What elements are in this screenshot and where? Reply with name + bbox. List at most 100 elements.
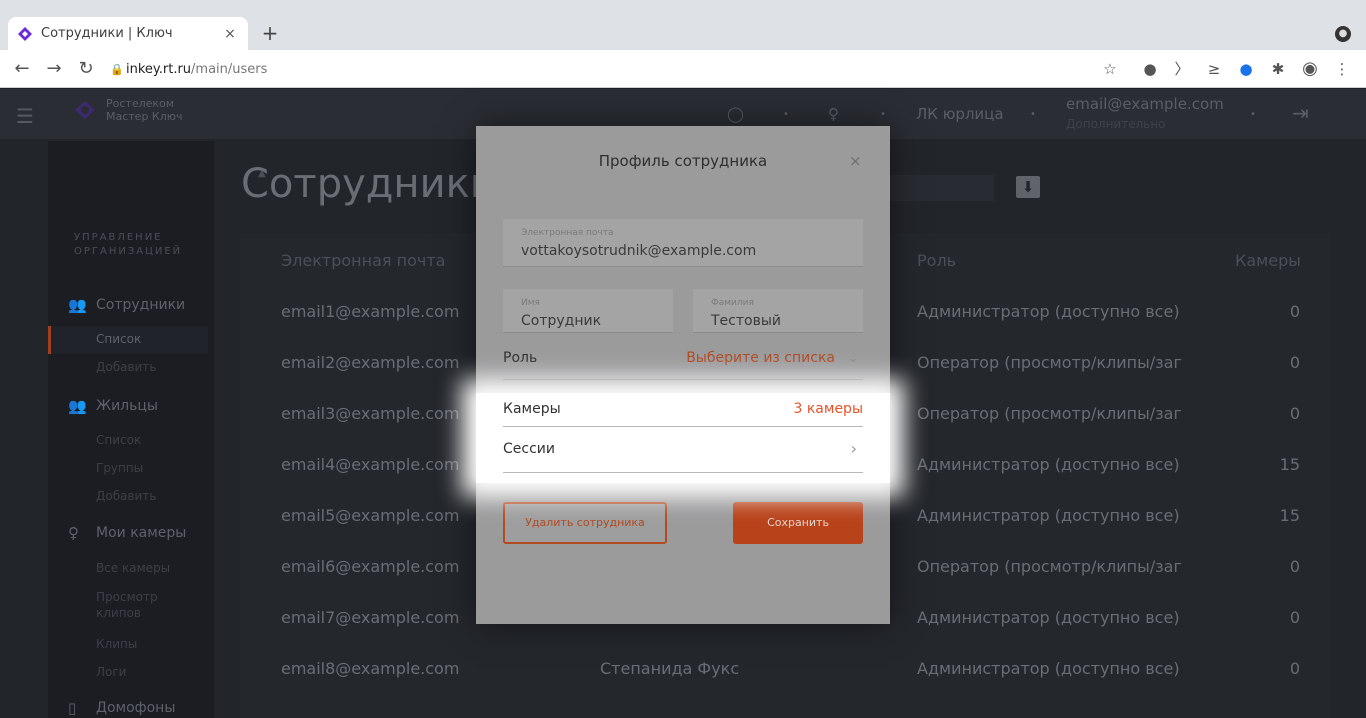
cameras-row[interactable]: Камеры 3 камеры [503, 393, 863, 427]
row-email: email7@example.com [281, 608, 460, 627]
close-icon[interactable]: × [849, 152, 862, 170]
user-email[interactable]: email@example.com [1066, 95, 1224, 113]
extension-icon[interactable]: 〉 [1170, 56, 1194, 82]
row-cameras: 15 [1279, 455, 1300, 474]
logout-icon[interactable]: ⇥ [1292, 101, 1309, 125]
row-cameras: 0 [1289, 404, 1300, 423]
profile-avatar-icon[interactable]: ◉ [1298, 56, 1322, 82]
last-name-field[interactable]: Фамилия Тестовый [693, 289, 863, 333]
first-name-value: Сотрудник [521, 313, 602, 329]
row-cameras: 0 [1289, 302, 1300, 321]
forward-icon[interactable]: → [38, 58, 70, 79]
bookmark-star-icon[interactable]: ☆ [1098, 56, 1122, 82]
window-menu-icon[interactable]: ● [1335, 26, 1351, 42]
sessions-row[interactable]: Сессии › [503, 427, 863, 473]
cameras-value: 3 камеры [793, 401, 863, 417]
modal-title: Профиль сотрудника [598, 152, 768, 170]
sidebar-item-clip-view[interactable]: Просмотр клипов [96, 589, 176, 621]
sidebar-item-all-cameras[interactable]: Все камеры [96, 561, 170, 575]
row-email: email4@example.com [281, 455, 460, 474]
row-role: Администратор (доступно все) [917, 659, 1180, 678]
row-cameras: 0 [1289, 659, 1300, 678]
extension-icon[interactable]: ● [1138, 56, 1162, 82]
sidebar-group-intercoms[interactable]: ▯ Домофоны [68, 699, 175, 717]
logo-line-2: Мастер Ключ [106, 110, 183, 123]
dropdown-caret-icon[interactable]: • [783, 109, 789, 120]
row-email: email6@example.com [281, 557, 460, 576]
hamburger-menu-icon[interactable]: ☰ [16, 104, 34, 128]
sidebar-group-employees[interactable]: 👥 Сотрудники [68, 296, 185, 314]
browser-menu-icon[interactable]: ⋮ [1330, 56, 1354, 82]
sidebar-item-list[interactable]: Список [96, 433, 141, 447]
email-field-label: Электронная почта [521, 228, 614, 238]
row-email: email3@example.com [281, 404, 460, 423]
email-field-value: vottakoysotrudnik@example.com [521, 243, 757, 259]
extension-icon[interactable]: ≥ [1202, 56, 1226, 82]
sidebar-group-cameras[interactable]: ♀ Мои камеры [68, 524, 186, 542]
globe-icon[interactable]: ◯ [727, 105, 744, 123]
role-select[interactable]: Роль Выберите из списка ⌄ [503, 336, 863, 380]
extension-icon[interactable]: ● [1234, 56, 1258, 82]
first-name-field[interactable]: Имя Сотрудник [503, 289, 673, 333]
column-header-cameras[interactable]: Камеры [1235, 251, 1301, 270]
column-header-role[interactable]: Роль [917, 251, 956, 270]
sidebar-item-groups[interactable]: Группы [96, 461, 143, 475]
intercom-icon: ▯ [68, 699, 77, 717]
sort-caret-icon[interactable]: ▲ [258, 168, 266, 179]
logo-line-1: Ростелеком [106, 97, 175, 110]
first-name-label: Имя [521, 298, 540, 308]
row-role: Оператор (просмотр/клипы/заг [917, 404, 1182, 423]
users-icon: 👥 [68, 397, 87, 415]
browser-tab-bar: Сотрудники | Ключ × + ● [0, 0, 1366, 50]
sidebar-item-add[interactable]: Добавить [96, 360, 156, 374]
role-label: Роль [503, 350, 538, 366]
new-tab-button[interactable]: + [258, 20, 282, 46]
download-icon[interactable]: ⬇ [1016, 176, 1040, 198]
back-icon[interactable]: ← [6, 58, 38, 79]
logo-icon [75, 101, 95, 119]
email-field[interactable]: Электронная почта vottakoysotrudnik@exam… [503, 219, 863, 267]
url-host: inkey.rt.ru [126, 61, 192, 77]
row-cameras: 0 [1289, 557, 1300, 576]
tab-close-icon[interactable]: × [222, 26, 238, 42]
last-name-label: Фамилия [711, 298, 754, 308]
last-name-value: Тестовый [711, 313, 781, 329]
save-button[interactable]: Сохранить [733, 502, 863, 544]
row-cameras: 0 [1289, 608, 1300, 627]
row-email: email2@example.com [281, 353, 460, 372]
row-email: email1@example.com [281, 302, 460, 321]
row-role: Администратор (доступно все) [917, 506, 1180, 525]
sidebar-item-list[interactable]: Список [48, 326, 208, 354]
lock-icon: 🔒 [110, 62, 124, 76]
sidebar-item-clips[interactable]: Клипы [96, 637, 137, 651]
camera-icon[interactable]: ♀ [828, 105, 839, 123]
sessions-label: Сессии [503, 441, 555, 457]
cameras-label: Камеры [503, 401, 561, 417]
row-cameras: 0 [1289, 353, 1300, 372]
url-path: /main/users [191, 61, 268, 77]
row-role: Оператор (просмотр/клипы/заг [917, 557, 1182, 576]
users-icon: 👥 [68, 296, 87, 314]
delete-employee-button[interactable]: Удалить сотрудника [503, 502, 667, 544]
employee-profile-modal: Профиль сотрудника × Электронная почта v… [476, 126, 890, 624]
row-role: Администратор (доступно все) [917, 455, 1180, 474]
reload-icon[interactable]: ↻ [70, 58, 102, 79]
highlight-panel: Камеры 3 камеры Сессии › [476, 393, 890, 483]
extensions-puzzle-icon[interactable]: ✱ [1266, 56, 1290, 82]
sidebar-group-residents[interactable]: 👥 Жильцы [68, 397, 158, 415]
dropdown-caret-icon[interactable]: • [1250, 109, 1256, 120]
sidebar: УПРАВЛЕНИЕ ОРГАНИЗАЦИЕЙ 👥 Сотрудники Спи… [48, 141, 214, 718]
row-name: Степанида Фукс [600, 659, 740, 678]
browser-tab[interactable]: Сотрудники | Ключ × [8, 17, 248, 50]
address-bar[interactable]: 🔒 inkey.rt.ru /main/users [108, 55, 1133, 83]
column-header-email[interactable]: Электронная почта [281, 251, 445, 270]
chevron-right-icon: › [850, 439, 857, 458]
sidebar-item-add[interactable]: Добавить [96, 489, 156, 503]
dropdown-caret-icon[interactable]: • [880, 109, 886, 120]
lk-link[interactable]: ЛК юрлица [916, 105, 1004, 123]
row-role: Администратор (доступно все) [917, 302, 1180, 321]
search-input[interactable] [876, 175, 994, 201]
dropdown-caret-icon[interactable]: • [1030, 109, 1036, 120]
sidebar-item-logs[interactable]: Логи [96, 665, 126, 679]
role-value: Выберите из списка [686, 350, 835, 366]
